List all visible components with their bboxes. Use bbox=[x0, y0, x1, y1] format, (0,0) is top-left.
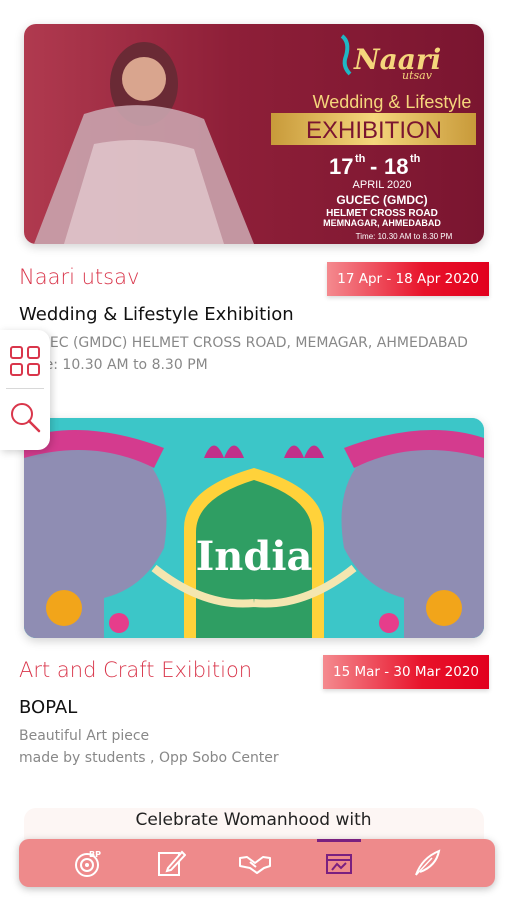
svg-text:utsav: utsav bbox=[402, 69, 433, 82]
exhibition-icon bbox=[326, 854, 352, 874]
svg-text:-: - bbox=[370, 154, 377, 179]
next-event-card-text: Celebrate Womanhood with bbox=[135, 810, 372, 830]
banner-artwork: Naari utsav Wedding & Lifestyle EXHIBITI… bbox=[34, 34, 476, 244]
event-subtitle: BOPAL bbox=[19, 697, 78, 718]
svg-text:MEMNAGAR, AHMEDABAD: MEMNAGAR, AHMEDABAD bbox=[323, 218, 441, 228]
svg-text:Time: 10.30 AM to 8.30 PM: Time: 10.30 AM to 8.30 PM bbox=[356, 232, 453, 241]
event-description: Beautiful Art piece made by students , O… bbox=[19, 728, 279, 766]
date-badge: 17 Apr - 18 Apr 2020 bbox=[327, 262, 489, 296]
nav-item-exhibitions[interactable] bbox=[309, 839, 369, 887]
search-button[interactable] bbox=[8, 400, 42, 434]
feather-icon bbox=[415, 849, 441, 876]
active-indicator bbox=[317, 839, 361, 842]
svg-text:th: th bbox=[410, 153, 421, 165]
side-panel bbox=[0, 330, 50, 450]
edit-icon bbox=[158, 850, 186, 876]
date-badge: 15 Mar - 30 Mar 2020 bbox=[323, 655, 489, 689]
event-title[interactable]: Art and Craft Exibition bbox=[19, 658, 252, 682]
nav-item-partners[interactable] bbox=[225, 839, 285, 887]
handshake-icon bbox=[239, 856, 271, 874]
event-banner-art-craft[interactable]: India bbox=[24, 418, 484, 638]
bottom-navigation: BP bbox=[19, 839, 495, 887]
banner-headline-main: EXHIBITION bbox=[306, 117, 442, 144]
bp-logo-icon: BP bbox=[75, 850, 101, 877]
nav-item-blog[interactable] bbox=[397, 839, 457, 887]
event-description: GUCEC (GMDC) HELMET CROSS ROAD, MEMAGAR,… bbox=[19, 335, 468, 373]
nav-item-home[interactable]: BP bbox=[57, 839, 117, 887]
search-icon bbox=[11, 403, 41, 433]
nav-item-write[interactable] bbox=[141, 839, 201, 887]
svg-text:BP: BP bbox=[89, 850, 101, 859]
svg-text:APRIL 2020: APRIL 2020 bbox=[353, 179, 412, 191]
svg-text:th: th bbox=[355, 153, 366, 165]
grid-view-button[interactable] bbox=[8, 344, 42, 378]
event-subtitle: Wedding & Lifestyle Exhibition bbox=[19, 304, 294, 325]
event-title[interactable]: Naari utsav bbox=[19, 265, 139, 289]
event-banner-naari-utsav[interactable]: Naari utsav Wedding & Lifestyle EXHIBITI… bbox=[24, 24, 484, 244]
banner-headline-top: Wedding & Lifestyle bbox=[313, 92, 472, 112]
grid-icon bbox=[10, 346, 40, 376]
side-panel-divider bbox=[6, 388, 44, 389]
svg-text:17: 17 bbox=[329, 154, 353, 179]
svg-text:GUCEC (GMDC): GUCEC (GMDC) bbox=[336, 193, 427, 207]
svg-text:18: 18 bbox=[384, 154, 408, 179]
banner-word: India bbox=[196, 533, 313, 580]
banner-artwork: India bbox=[24, 418, 484, 638]
